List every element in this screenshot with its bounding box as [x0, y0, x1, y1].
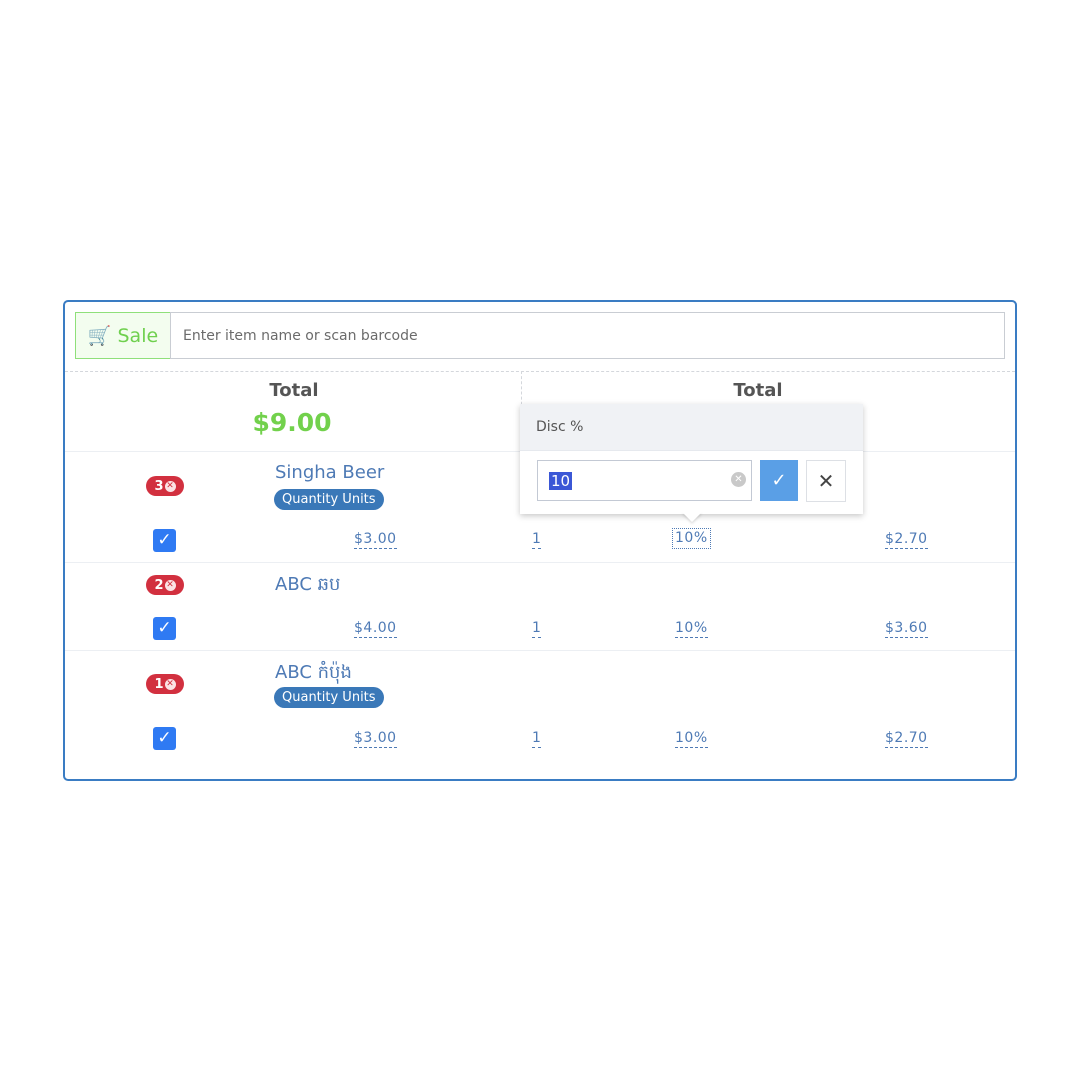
item-qty[interactable]: 1	[532, 730, 542, 748]
quantity-units-tag[interactable]: Quantity Units	[274, 489, 384, 510]
discount-input[interactable]: 10 ✕	[537, 460, 752, 501]
item-total[interactable]: $2.70	[885, 531, 928, 549]
item-price[interactable]: $3.00	[354, 531, 397, 549]
remove-icon: ✕	[164, 678, 176, 690]
check-icon: ✓	[771, 470, 787, 491]
item-checkbox[interactable]: ✓	[153, 529, 176, 552]
sale-mode-button[interactable]: 🛒 Sale	[75, 312, 171, 359]
divider	[65, 562, 1015, 563]
popover-title: Disc %	[520, 404, 863, 451]
discount-value: 10	[549, 472, 573, 490]
divider	[65, 371, 1015, 372]
item-discount[interactable]: 10%	[675, 620, 708, 638]
item-search-input[interactable]	[170, 312, 1005, 359]
clear-icon[interactable]: ✕	[731, 472, 746, 487]
divider	[65, 650, 1015, 651]
remove-icon: ✕	[164, 579, 176, 591]
popover-arrow	[682, 512, 702, 522]
item-total[interactable]: $2.70	[885, 730, 928, 748]
item-discount[interactable]: 10%	[675, 730, 708, 748]
remove-icon: ✕	[164, 480, 176, 492]
close-icon: ✕	[817, 469, 835, 493]
item-count: 2	[154, 577, 164, 593]
item-name: ABC កំប៉ុង	[275, 662, 352, 683]
item-qty[interactable]: 1	[532, 620, 542, 638]
item-count: 1	[154, 676, 164, 692]
item-name: Singha Beer	[275, 462, 385, 483]
sale-label: Sale	[117, 324, 159, 347]
item-name: ABC ឆប	[275, 574, 341, 595]
remove-item-badge[interactable]: 1 ✕	[146, 674, 184, 694]
remove-item-badge[interactable]: 2 ✕	[146, 575, 184, 595]
item-discount[interactable]: 10%	[672, 528, 711, 549]
confirm-button[interactable]: ✓	[760, 460, 798, 501]
item-price[interactable]: $3.00	[354, 730, 397, 748]
grand-total: $9.00	[252, 408, 332, 437]
item-checkbox[interactable]: ✓	[153, 617, 176, 640]
remove-item-badge[interactable]: 3 ✕	[146, 476, 184, 496]
item-total[interactable]: $3.60	[885, 620, 928, 638]
item-checkbox[interactable]: ✓	[153, 727, 176, 750]
quantity-units-tag[interactable]: Quantity Units	[274, 687, 384, 708]
total-heading: Total	[269, 380, 319, 401]
item-qty[interactable]: 1	[532, 531, 542, 549]
item-price[interactable]: $4.00	[354, 620, 397, 638]
cancel-button[interactable]: ✕	[806, 460, 846, 502]
cart-icon: 🛒	[87, 325, 112, 347]
total-heading-right: Total	[733, 380, 783, 401]
item-count: 3	[154, 478, 164, 494]
